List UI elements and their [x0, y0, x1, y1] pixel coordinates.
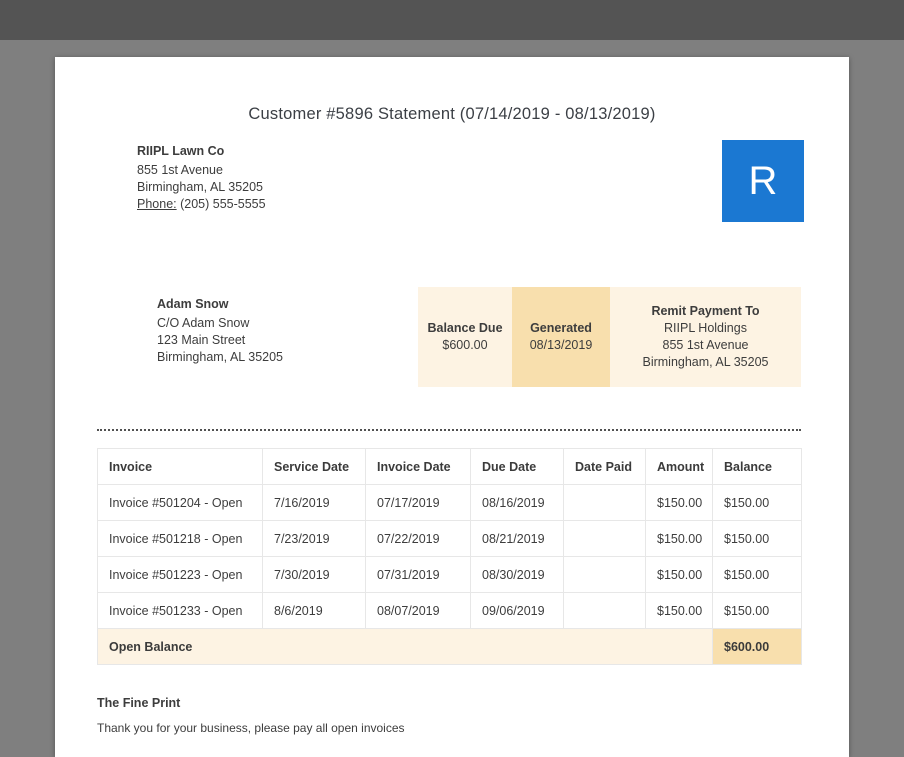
payment-summary-box: Balance Due $600.00 Generated 08/13/2019… — [418, 287, 801, 387]
cell-date-paid — [563, 484, 646, 521]
company-name: RIIPL Lawn Co — [137, 144, 225, 158]
viewer-top-bar — [0, 0, 904, 40]
customer-line-3: Birmingham, AL 35205 — [157, 350, 284, 364]
cell-date-paid — [563, 520, 646, 557]
cell-invoice-date: 07/22/2019 — [365, 520, 471, 557]
table-row: Invoice #501233 - Open 8/6/2019 08/07/20… — [97, 592, 802, 629]
cell-invoice: Invoice #501218 - Open — [97, 520, 263, 557]
company-address-line-1: 855 1st Avenue — [137, 163, 223, 177]
cell-amount: $150.00 — [645, 484, 713, 521]
remit-line-2: 855 1st Avenue — [662, 338, 749, 352]
header-due-date: Due Date — [470, 448, 564, 485]
invoice-table: Invoice Service Date Invoice Date Due Da… — [97, 448, 802, 665]
table-row: Invoice #501204 - Open 7/16/2019 07/17/2… — [97, 484, 802, 521]
balance-due-label: Balance Due — [427, 321, 503, 335]
cell-amount: $150.00 — [645, 556, 713, 593]
cell-service-date: 7/30/2019 — [262, 556, 366, 593]
cell-due-date: 09/06/2019 — [470, 592, 564, 629]
customer-name: Adam Snow — [157, 297, 229, 311]
cell-balance: $150.00 — [712, 592, 802, 629]
cell-service-date: 7/23/2019 — [262, 520, 366, 557]
header-balance: Balance — [712, 448, 802, 485]
logo-letter: R — [748, 158, 778, 203]
header-invoice-date: Invoice Date — [365, 448, 471, 485]
company-phone-line: Phone: (205) 555-5555 — [137, 196, 266, 213]
table-row: Invoice #501218 - Open 7/23/2019 07/22/2… — [97, 520, 802, 557]
statement-page: Customer #5896 Statement (07/14/2019 - 0… — [55, 57, 849, 757]
cell-date-paid — [563, 592, 646, 629]
customer-info-block: Adam Snow C/O Adam Snow 123 Main Street … — [157, 296, 283, 366]
customer-line-1: C/O Adam Snow — [157, 316, 250, 330]
cell-amount: $150.00 — [645, 592, 713, 629]
cell-service-date: 7/16/2019 — [262, 484, 366, 521]
header-service-date: Service Date — [262, 448, 366, 485]
header-invoice: Invoice — [97, 448, 263, 485]
open-balance-total: $600.00 — [712, 628, 802, 665]
cell-due-date: 08/30/2019 — [470, 556, 564, 593]
fine-print-text: Thank you for your business, please pay … — [97, 721, 405, 735]
company-info-block: RIIPL Lawn Co 855 1st Avenue Birmingham,… — [137, 143, 266, 213]
cell-invoice-date: 08/07/2019 — [365, 592, 471, 629]
cell-service-date: 8/6/2019 — [262, 592, 366, 629]
cell-date-paid — [563, 556, 646, 593]
header-date-paid: Date Paid — [563, 448, 646, 485]
cell-invoice: Invoice #501223 - Open — [97, 556, 263, 593]
cell-due-date: 08/21/2019 — [470, 520, 564, 557]
phone-label: Phone: — [137, 197, 177, 211]
cell-due-date: 08/16/2019 — [470, 484, 564, 521]
remit-line-3: Birmingham, AL 35205 — [642, 355, 769, 369]
open-balance-label: Open Balance — [97, 628, 713, 665]
company-logo: R — [722, 140, 804, 222]
generated-cell: Generated 08/13/2019 — [512, 287, 610, 387]
table-row: Invoice #501223 - Open 7/30/2019 07/31/2… — [97, 556, 802, 593]
remit-line-1: RIIPL Holdings — [664, 321, 747, 335]
cell-balance: $150.00 — [712, 484, 802, 521]
company-address-line-2: Birmingham, AL 35205 — [137, 180, 264, 194]
remit-payment-cell: Remit Payment To RIIPL Holdings 855 1st … — [610, 287, 801, 387]
dotted-separator — [97, 429, 801, 431]
table-header-row: Invoice Service Date Invoice Date Due Da… — [97, 448, 802, 485]
statement-title: Customer #5896 Statement (07/14/2019 - 0… — [248, 105, 656, 123]
customer-line-2: 123 Main Street — [157, 333, 246, 347]
generated-value: 08/13/2019 — [529, 338, 593, 352]
cell-balance: $150.00 — [712, 556, 802, 593]
cell-amount: $150.00 — [645, 520, 713, 557]
fine-print-title: The Fine Print — [97, 696, 181, 710]
balance-due-cell: Balance Due $600.00 — [418, 287, 512, 387]
cell-invoice: Invoice #501204 - Open — [97, 484, 263, 521]
cell-invoice: Invoice #501233 - Open — [97, 592, 263, 629]
phone-number: (205) 555-5555 — [176, 197, 266, 211]
generated-label: Generated — [530, 321, 592, 335]
remit-label: Remit Payment To — [651, 304, 760, 318]
open-balance-row: Open Balance $600.00 — [97, 628, 802, 665]
cell-invoice-date: 07/31/2019 — [365, 556, 471, 593]
header-amount: Amount — [645, 448, 713, 485]
cell-invoice-date: 07/17/2019 — [365, 484, 471, 521]
cell-balance: $150.00 — [712, 520, 802, 557]
balance-due-value: $600.00 — [442, 338, 488, 352]
